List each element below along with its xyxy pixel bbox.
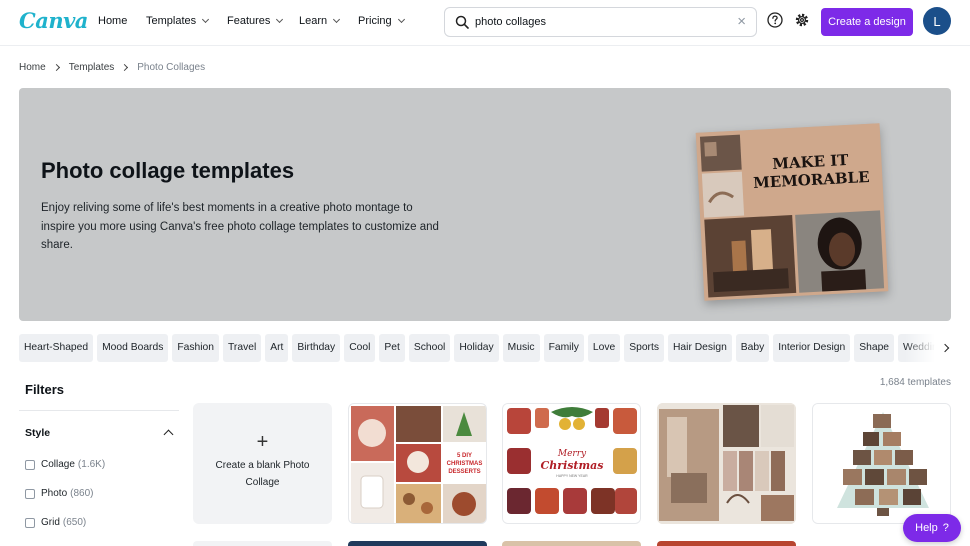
template-thumbnail (657, 403, 796, 524)
category-chip-pet[interactable]: Pet (379, 334, 405, 362)
category-chip-sports[interactable]: Sports (624, 334, 664, 362)
chip-scroll-right-button[interactable] (938, 334, 952, 362)
nav-learn-label: Learn (299, 15, 328, 27)
category-chip-family[interactable]: Family (543, 334, 584, 362)
breadcrumb: Home Templates Photo Collages (19, 62, 205, 73)
category-chip-interior-design[interactable]: Interior Design (773, 334, 851, 362)
hero-collage-image: MAKE IT MEMORABLE (695, 123, 889, 301)
template-thumbnail (813, 404, 950, 523)
category-chip-cool[interactable]: Cool (344, 334, 376, 362)
filter-option-count: (650) (62, 517, 87, 528)
canva-logo[interactable]: Canva (19, 8, 88, 33)
avatar[interactable]: L (923, 7, 951, 35)
nav-features-label: Features (227, 15, 271, 27)
template-card-row2-2[interactable] (348, 541, 487, 546)
filter-option-collage[interactable]: Collage (1.6K) (25, 459, 105, 470)
category-chip-shape[interactable]: Shape (854, 334, 895, 362)
chevron-down-icon (333, 15, 341, 24)
create-a-design-button[interactable]: Create a design (821, 8, 913, 36)
filter-option-label: Photo (41, 488, 68, 499)
chevron-down-icon (276, 15, 284, 24)
category-chip-holiday[interactable]: Holiday (454, 334, 499, 362)
chevron-right-icon (940, 343, 950, 353)
template-card-row2-3[interactable] (502, 541, 641, 546)
help-label: Help (915, 522, 938, 534)
nav-home[interactable]: Home (98, 15, 127, 27)
chevron-right-icon (121, 63, 129, 72)
category-chip-hair-design[interactable]: Hair Design (668, 334, 732, 362)
filter-option-label: Collage (41, 459, 75, 470)
question-icon: ? (942, 522, 949, 534)
category-chip-art[interactable]: Art (265, 334, 289, 362)
filters-heading: Filters (25, 382, 65, 397)
template-text: DESSERTS (448, 469, 480, 475)
category-chip-baby[interactable]: Baby (735, 334, 770, 362)
hero-description: Enjoy reliving some of life's best momen… (41, 202, 439, 251)
style-filter-toggle[interactable]: Style (25, 427, 50, 439)
create-blank-label: Create a blank Photo Collage (215, 460, 310, 488)
create-blank-collage-tile[interactable]: + Create a blank Photo Collage (193, 403, 332, 524)
template-thumbnail: Merry Christmas HAPPY NEW YEAR (503, 404, 640, 523)
hero-banner: Photo collage templates Enjoy reliving s… (19, 88, 951, 321)
nav-templates[interactable]: Templates (146, 15, 210, 27)
filter-option-label: Grid (41, 517, 60, 528)
gear-icon[interactable] (794, 12, 810, 28)
hero-collage-artwork: MAKE IT MEMORABLE (695, 123, 889, 301)
category-chip-mood-boards[interactable]: Mood Boards (97, 334, 169, 362)
filter-option-count: (860) (70, 488, 94, 499)
checkbox[interactable] (25, 459, 35, 470)
category-chip-school[interactable]: School (408, 334, 451, 362)
chevron-right-icon (52, 63, 60, 72)
chevron-up-icon[interactable] (163, 429, 174, 440)
top-navigation-bar: Canva Home Templates Features Learn Pric… (0, 0, 970, 46)
results-count: 1,684 templates (879, 377, 951, 388)
template-text: Merry (557, 449, 587, 459)
template-thumbnail: 5 DIY CHRISTMAS DESSERTS (351, 406, 486, 523)
template-card-tree-collage[interactable] (812, 403, 951, 524)
template-text: Christmas (541, 459, 604, 472)
filter-option-count: (1.6K) (77, 459, 106, 470)
help-button[interactable]: Help ? (903, 514, 961, 542)
template-text: HAPPY NEW YEAR (556, 474, 588, 478)
template-text: CHRISTMAS (447, 461, 483, 467)
category-chip-birthday[interactable]: Birthday (292, 334, 341, 362)
search-input[interactable] (475, 13, 725, 31)
filter-option-grid[interactable]: Grid (650) (25, 517, 86, 528)
question-circle-icon[interactable] (767, 12, 783, 28)
clear-search-icon[interactable]: × (737, 14, 746, 30)
category-chip-love[interactable]: Love (587, 334, 621, 362)
filter-option-photo[interactable]: Photo (860) (25, 488, 94, 499)
filters-divider (19, 410, 179, 411)
template-card-row2-4[interactable] (657, 541, 796, 546)
template-card-interior-moodboard[interactable] (657, 403, 796, 524)
search-icon (455, 15, 469, 29)
checkbox[interactable] (25, 488, 35, 499)
nav-pricing-label: Pricing (358, 15, 392, 27)
nav-features[interactable]: Features (227, 15, 284, 27)
nav-pricing[interactable]: Pricing (358, 15, 405, 27)
breadcrumb-home[interactable]: Home (19, 62, 46, 73)
page-title: Photo collage templates (41, 158, 295, 183)
category-chip-fashion[interactable]: Fashion (172, 334, 219, 362)
template-text: 5 DIY (457, 453, 472, 459)
breadcrumb-templates[interactable]: Templates (69, 62, 115, 73)
category-chip-music[interactable]: Music (502, 334, 540, 362)
chevron-down-icon (202, 15, 210, 24)
search-bar: × (444, 7, 757, 37)
checkbox[interactable] (25, 517, 35, 528)
template-card-row2-1[interactable] (193, 541, 332, 546)
category-chip-travel[interactable]: Travel (223, 334, 262, 362)
chevron-down-icon (397, 15, 405, 24)
nav-home-label: Home (98, 15, 128, 27)
template-card-merry-christmas[interactable]: Merry Christmas HAPPY NEW YEAR (502, 403, 641, 524)
category-chip-row: Heart-Shaped Mood Boards Fashion Travel Art B… (19, 334, 951, 362)
category-chip-heart-shaped[interactable]: Heart-Shaped (19, 334, 94, 362)
nav-templates-label: Templates (146, 15, 197, 27)
breadcrumb-current: Photo Collages (137, 62, 206, 73)
plus-icon: + (256, 431, 269, 453)
nav-learn[interactable]: Learn (299, 15, 341, 27)
template-card-christmas-desserts[interactable]: 5 DIY CHRISTMAS DESSERTS (348, 403, 487, 524)
